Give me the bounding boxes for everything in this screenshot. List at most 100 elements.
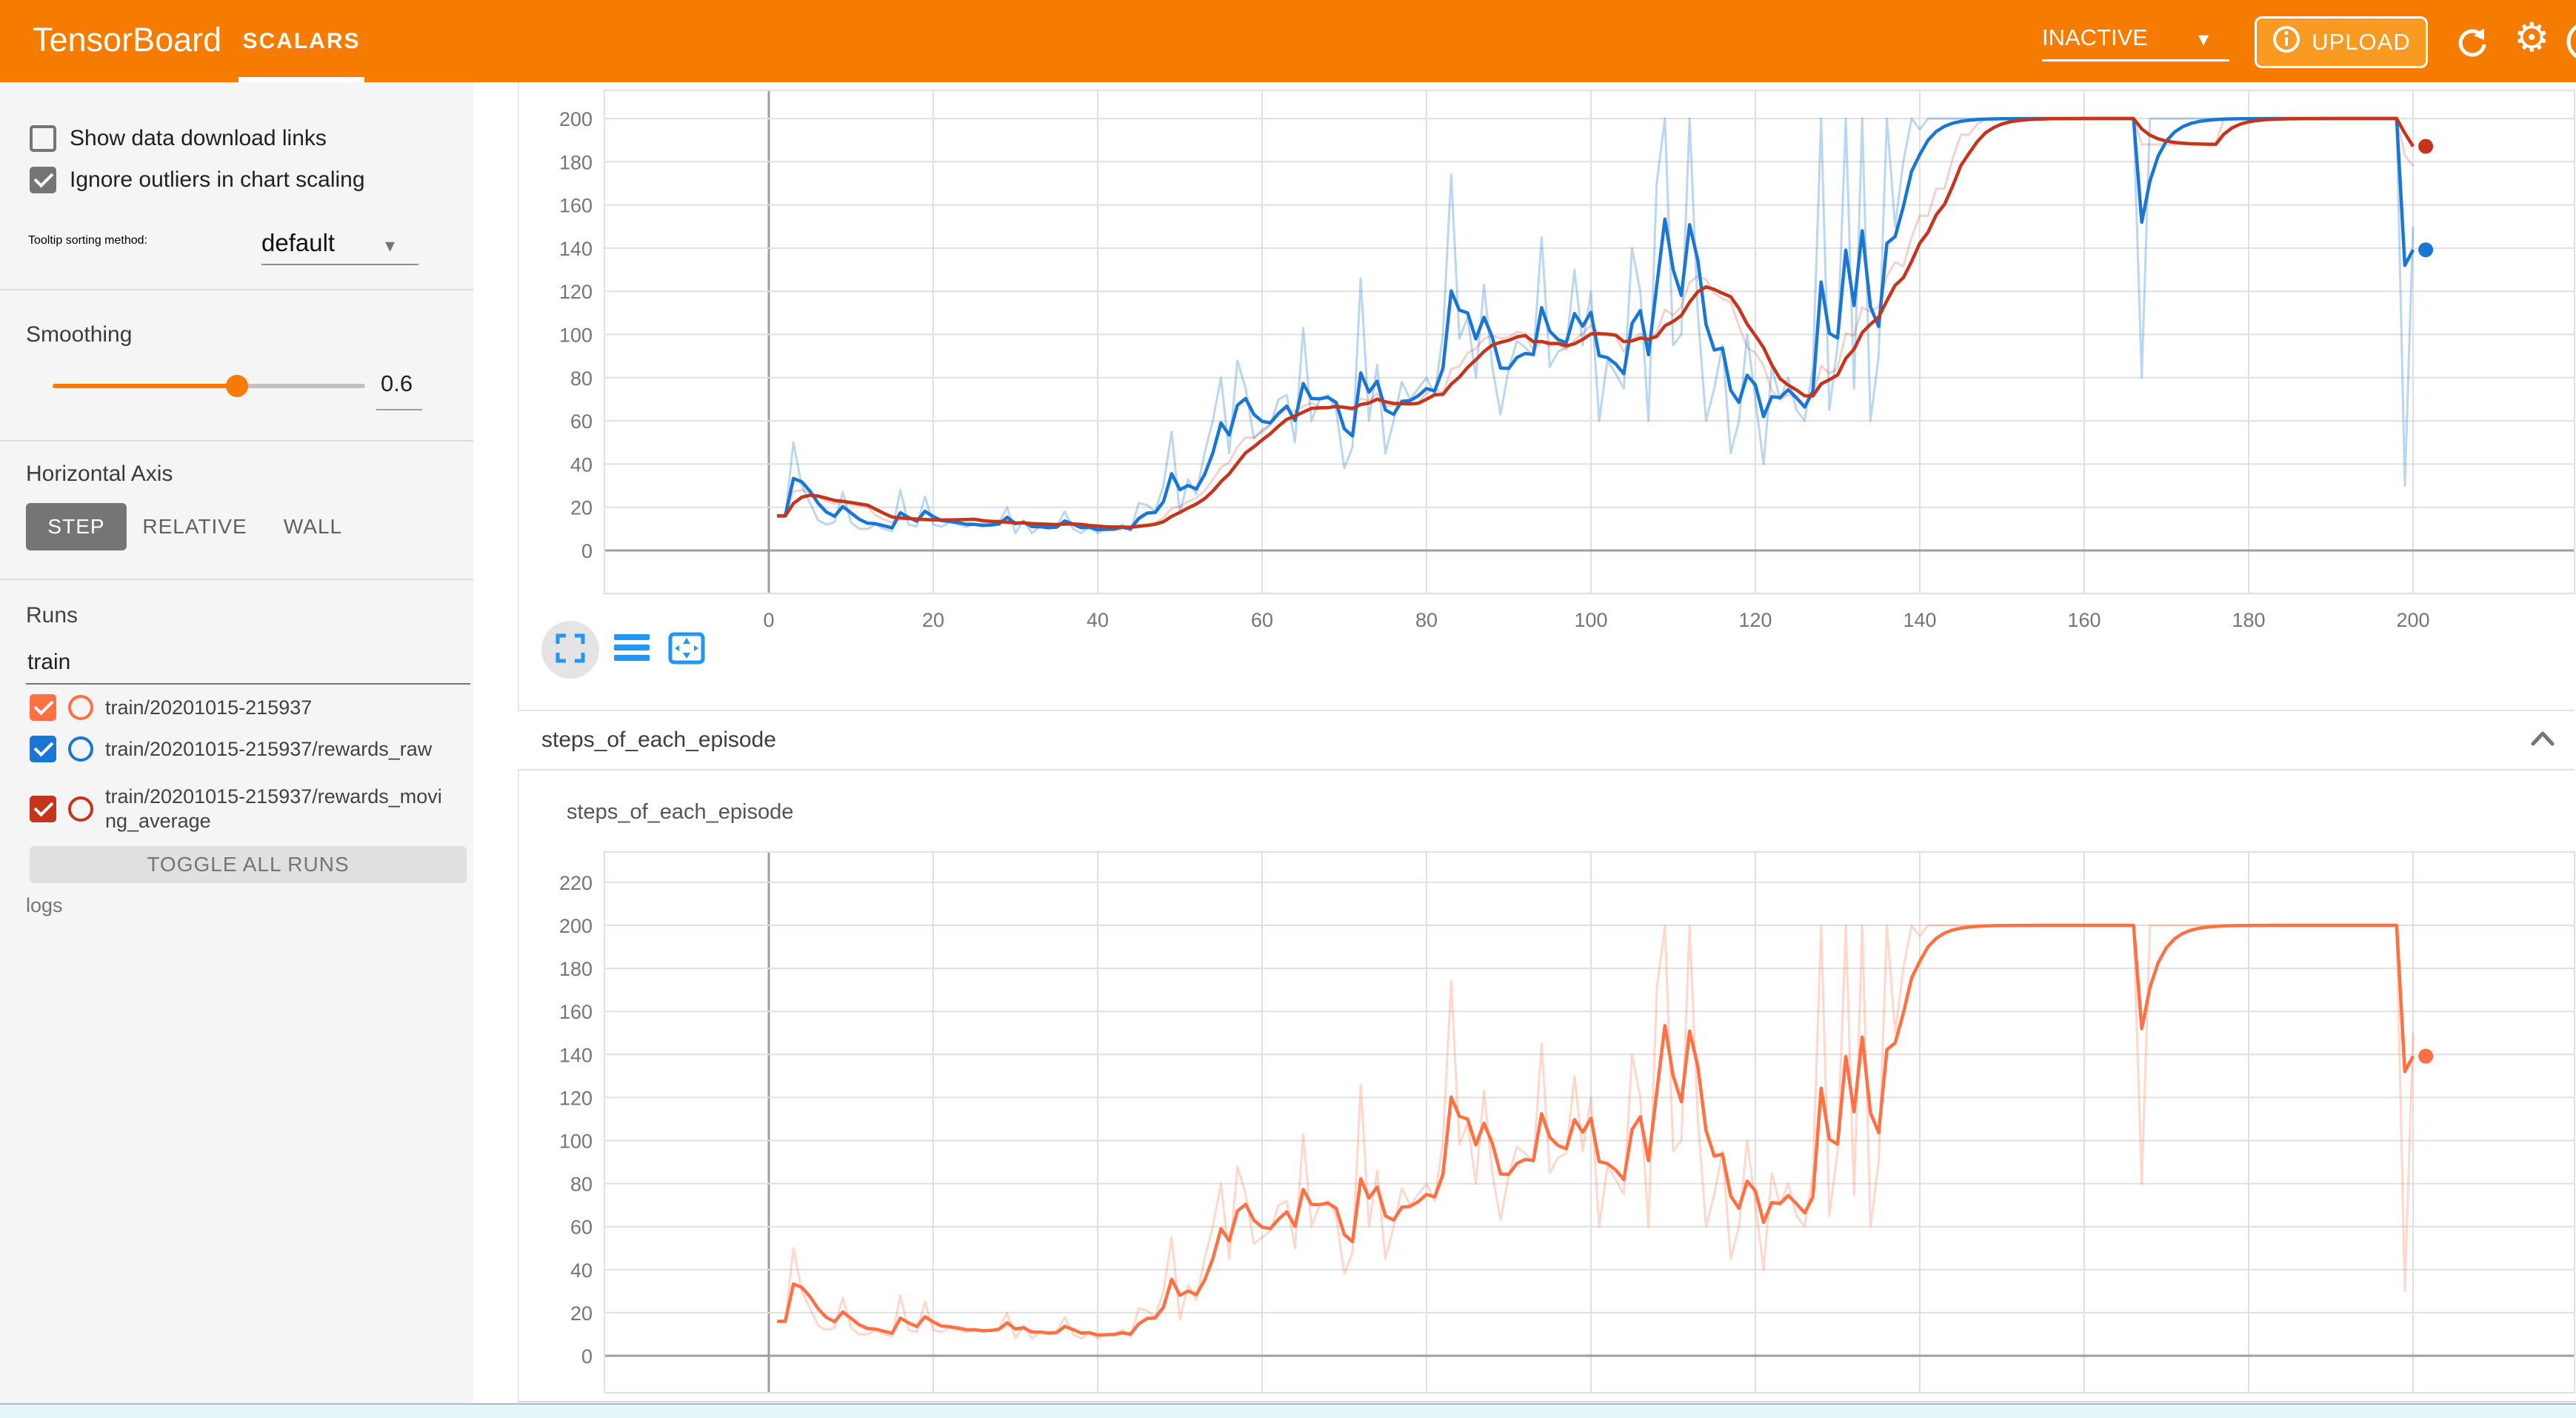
app-header: TensorBoard SCALARS INACTIVE ▾ UPLOAD ⚙ <box>0 0 2576 82</box>
horizontal-axis-label: Horizontal Axis <box>26 462 173 487</box>
y-tick-label: 20 <box>570 1302 593 1325</box>
dropdown-caret-icon[interactable]: ▾ <box>2198 27 2209 51</box>
y-tick-label: 100 <box>559 324 593 347</box>
y-tick-label: 0 <box>581 1345 593 1368</box>
x-tick-label: 100 <box>1574 609 1607 631</box>
x-tick-label: 20 <box>922 609 944 631</box>
chevron-up-icon <box>2529 728 2557 750</box>
tooltip-sorting-underline <box>261 264 418 265</box>
smoothing-value-underline <box>376 409 422 410</box>
horizontal-lines-icon <box>614 633 650 667</box>
option-checkbox-row[interactable]: Ignore outliers in chart scaling <box>30 167 365 193</box>
runs-filter-input[interactable] <box>26 649 444 676</box>
checkbox-checked-icon[interactable] <box>30 167 56 193</box>
fit-domain-button[interactable] <box>664 621 709 679</box>
divider <box>0 289 473 290</box>
option-checkbox-label: Show data download links <box>70 126 327 151</box>
smoothing-slider-fill <box>53 384 237 388</box>
run-item[interactable]: train/20201015-215937/rewards_moving_ave… <box>30 785 446 833</box>
y-tick-label: 100 <box>559 1131 593 1153</box>
run-checkbox[interactable] <box>30 694 56 721</box>
status-dropdown[interactable]: INACTIVE <box>2042 24 2148 51</box>
help-button[interactable] <box>2564 19 2576 67</box>
y-tick-label: 220 <box>559 872 593 894</box>
series-rewards-moving-average-smoothed <box>777 119 2413 527</box>
axis-option-relative[interactable]: RELATIVE <box>139 503 250 550</box>
series-rewards-raw-smoothed <box>777 119 2413 530</box>
run-item[interactable]: train/20201015-215937 <box>30 694 446 721</box>
run-label: train/20201015-215937/rewards_moving_ave… <box>105 785 446 833</box>
toggle-all-runs-button[interactable]: TOGGLE ALL RUNS <box>30 846 467 883</box>
run-item[interactable]: train/20201015-215937/rewards_raw <box>30 736 446 762</box>
y-tick-label: 40 <box>570 1259 593 1282</box>
runs-label: Runs <box>26 603 78 628</box>
y-tick-label: 0 <box>581 540 593 562</box>
smoothing-slider-thumb[interactable] <box>226 375 248 397</box>
y-tick-label: 140 <box>559 238 593 260</box>
y-tick-label: 160 <box>559 195 593 217</box>
series-steps-smoothed <box>777 925 2413 1335</box>
axis-option-step[interactable]: STEP <box>26 503 127 550</box>
expand-chart-button[interactable] <box>541 621 599 679</box>
y-tick-label: 180 <box>559 958 593 980</box>
run-label: train/20201015-215937/rewards_raw <box>105 737 446 762</box>
upload-button-label: UPLOAD <box>2312 29 2410 56</box>
run-color-circle[interactable] <box>68 695 93 720</box>
x-tick-label: 0 <box>763 609 774 631</box>
tooltip-sorting-label: Tooltip sorting method: <box>28 234 147 247</box>
status-dropdown-underline <box>2042 59 2229 61</box>
y-tick-label: 60 <box>570 410 593 433</box>
chart-toolbar <box>541 621 709 679</box>
active-tab-indicator <box>238 77 364 82</box>
run-color-circle[interactable] <box>68 736 93 762</box>
run-checkbox[interactable] <box>30 736 56 762</box>
option-checkbox-row[interactable]: Show data download links <box>30 125 327 152</box>
upload-button[interactable]: UPLOAD <box>2255 16 2428 68</box>
y-tick-label: 80 <box>570 1174 593 1196</box>
run-label: train/20201015-215937 <box>105 696 446 720</box>
run-checkbox[interactable] <box>30 796 56 822</box>
checkbox-unchecked-icon[interactable] <box>30 125 56 152</box>
series-rewards-moving-average-raw <box>777 119 2413 527</box>
gear-icon: ⚙ <box>2514 16 2549 60</box>
refresh-button[interactable] <box>2453 22 2492 64</box>
info-icon <box>2272 24 2301 60</box>
x-tick-label: 40 <box>1087 609 1109 631</box>
y-tick-label: 60 <box>570 1216 593 1239</box>
smoothing-value[interactable]: 0.6 <box>381 370 413 397</box>
y-tick-label: 120 <box>559 1087 593 1109</box>
series-rewards-raw-smoothed-end-dot <box>2418 242 2433 257</box>
toggle-y-axis-button[interactable] <box>610 621 654 679</box>
run-color-circle[interactable] <box>68 796 93 822</box>
option-checkbox-label: Ignore outliers in chart scaling <box>70 167 365 193</box>
y-tick-label: 160 <box>559 1001 593 1023</box>
tab-scalars[interactable]: SCALARS <box>238 0 364 82</box>
y-tick-label: 40 <box>570 453 593 476</box>
bottom-scroll-strip[interactable] <box>0 1403 2576 1418</box>
settings-sidebar: Show data download links Ignore outliers … <box>0 82 473 1417</box>
runs-filter-underline <box>26 683 470 685</box>
fullscreen-icon <box>554 632 587 668</box>
chart-title-steps-of-each-episode: steps_of_each_episode <box>567 800 793 825</box>
refresh-icon <box>2453 22 2492 61</box>
x-tick-label: 200 <box>2396 609 2429 631</box>
fit-to-data-icon <box>667 631 706 669</box>
x-tick-label: 160 <box>2067 609 2100 631</box>
x-tick-label: 120 <box>1738 609 1772 631</box>
collapse-section-button[interactable] <box>2529 728 2557 753</box>
dropdown-caret-icon: ▾ <box>385 234 395 257</box>
divider <box>0 579 473 580</box>
x-tick-label: 60 <box>1251 609 1273 631</box>
section-header-steps-of-each-episode[interactable]: steps_of_each_episode <box>518 710 2575 770</box>
axis-option-wall[interactable]: WALL <box>263 503 363 550</box>
smoothing-slider[interactable] <box>53 384 365 388</box>
tooltip-sorting-select[interactable]: default <box>261 229 335 257</box>
y-tick-label: 120 <box>559 281 593 303</box>
divider <box>0 440 473 442</box>
series-rewards-moving-average-smoothed-end-dot <box>2418 139 2433 154</box>
settings-button[interactable]: ⚙ <box>2514 18 2549 58</box>
x-tick-label: 140 <box>1903 609 1936 631</box>
app-title: TensorBoard <box>33 21 221 59</box>
series-steps-smoothed-end-dot <box>2418 1049 2433 1064</box>
y-tick-label: 200 <box>559 915 593 937</box>
